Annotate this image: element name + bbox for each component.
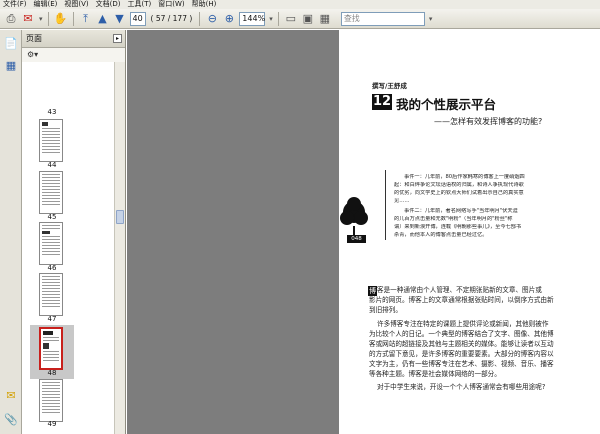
author-line: 撰写/王舒成 — [372, 82, 407, 90]
thumbnail-label-45: 45 — [47, 213, 57, 221]
chevron-down-icon[interactable]: ▾ — [429, 15, 433, 23]
thumbnail-label-46: 46 — [47, 264, 57, 272]
zoom-in-icon[interactable]: ⊕ — [222, 12, 236, 26]
page-count: ( 57 / 177 ) — [150, 14, 193, 23]
close-icon[interactable]: ▸ — [113, 34, 122, 43]
quote-line: 的优劣，向文学史上的钦点大师们试着出示自己的真实意 — [394, 190, 524, 196]
menu-tools[interactable]: 工具(T) — [128, 0, 152, 9]
toolbar-divider — [47, 11, 49, 26]
quote-line: 的几百万点击量和无数"明粉"（当年明月的"粉丝"称 — [394, 216, 513, 222]
comments-icon[interactable]: ✉ — [4, 388, 18, 402]
body-line: 对于中学生来说，开设一个个人博客通常会有哪些用途呢? — [377, 383, 546, 391]
menu-edit[interactable]: 编辑(E) — [34, 0, 58, 9]
thumbnail-47[interactable] — [39, 273, 63, 316]
drop-cap: 博 — [368, 286, 377, 296]
menu-bar: 文件(F) 编辑(E) 视图(V) 文档(D) 工具(T) 窗口(W) 帮助(H… — [0, 0, 600, 9]
document-background — [127, 30, 339, 434]
thumbnail-49[interactable] — [39, 379, 63, 422]
quote-line: 事件一：几年前，80后作家韩寒的博客上一度硝烟四 — [404, 174, 525, 180]
attachments-icon[interactable]: 📎 — [4, 412, 18, 426]
toolbar: ⎙ ✉ ▾ ✋ ⤒ ▲ ▼ 40 ( 57 / 177 ) ⊖ ⊕ 144% ▾… — [0, 9, 600, 29]
zoom-input[interactable]: 144% — [239, 11, 266, 26]
body-line: 等各种主题。博客是社会媒体网络的一部分。 — [369, 370, 501, 378]
body-line: 的方式留下意见，是许多博客的重要要素。大部分的博客内容以 — [369, 350, 554, 358]
thumbnail-46[interactable] — [39, 222, 63, 265]
body-line: 客是一种通常由个人管理、不定期张贴新的文章、图片或 — [377, 286, 542, 294]
quote-line: 谓）来到新浪开博，连载《明朝那些事儿》，至今七部书 — [394, 224, 522, 230]
next-page-icon[interactable]: ▼ — [113, 12, 127, 26]
hand-tool-icon[interactable]: ✋ — [54, 12, 68, 26]
thumbnail-label-48: 48 — [47, 369, 57, 377]
thumbnail-label-44: 44 — [47, 161, 57, 169]
first-page-icon[interactable]: ⤒ — [79, 12, 93, 26]
pages-panel-header: 页面 ▸ — [22, 30, 125, 48]
chapter-number: 12 — [372, 94, 392, 110]
options-icon[interactable]: ⚙▾ — [27, 50, 38, 59]
pages-icon[interactable]: 📄 — [4, 36, 18, 50]
thumbnail-label-49: 49 — [47, 420, 57, 428]
quote-box: 事件一：几年前，80后作家韩寒的博客上一度硝烟四 起：和白烨争论文坛话语权的归属… — [385, 170, 593, 240]
thumbnail-list: 43 44 45 46 47 48 49 — [22, 62, 114, 434]
navigation-rail: 📄 ▦ ✉ 📎 — [0, 30, 22, 434]
single-page-icon[interactable]: ▭ — [284, 12, 298, 26]
page-number-label: 048 — [347, 235, 366, 243]
chapter-title: 我的个性展示平台 — [396, 97, 497, 112]
pages-panel: 页面 ▸ ⚙▾ 43 44 45 46 47 48 49 — [22, 30, 126, 434]
reading-mode-icon[interactable]: ▦ — [318, 12, 332, 26]
body-line: 许多博客专注在特定的课题上提供评论或新闻，其他则被作 — [377, 320, 549, 328]
print-icon[interactable]: ⎙ — [4, 12, 18, 26]
menu-file[interactable]: 文件(F) — [3, 0, 27, 9]
quote-line: 事件二：几年前，著名网络写手"当年明月"伏天涯 — [404, 208, 518, 214]
menu-help[interactable]: 帮助(H) — [192, 0, 217, 9]
search-input[interactable]: 查找 — [340, 11, 425, 26]
bookmarks-icon[interactable]: ▦ — [4, 58, 18, 72]
chevron-down-icon[interactable]: ▾ — [39, 15, 43, 23]
toolbar-divider — [277, 11, 279, 26]
menu-window[interactable]: 窗口(W) — [158, 0, 184, 9]
thumbnail-label-47: 47 — [47, 315, 57, 323]
toolbar-divider — [199, 11, 201, 26]
quote-line: 起：和白烨争论文坛话语权的归属，和诗人争执现代诗歌 — [394, 182, 524, 188]
options-menu[interactable]: ⚙▾ — [22, 48, 125, 60]
body-line: 到旧排列。 — [369, 306, 402, 314]
thumbnail-label-43: 43 — [47, 108, 57, 116]
scrollbar-thumb[interactable] — [116, 210, 124, 224]
document-page: 撰写/王舒成 12 我的个性展示平台 ——怎样有效发挥博客的功能? 048 事件… — [339, 30, 600, 434]
menu-document[interactable]: 文档(D) — [96, 0, 121, 9]
quote-line: 见…… — [394, 198, 410, 204]
toolbar-divider — [72, 11, 74, 26]
email-icon[interactable]: ✉ — [21, 12, 35, 26]
page-number-input[interactable]: 40 — [129, 11, 146, 26]
menu-view[interactable]: 视图(V) — [64, 0, 88, 9]
previous-page-icon[interactable]: ▲ — [96, 12, 110, 26]
pages-panel-title: 页面 — [26, 34, 42, 43]
chapter-subtitle: ——怎样有效发挥博客的功能? — [434, 117, 543, 126]
thumbnail-48[interactable] — [39, 327, 63, 370]
fit-page-icon[interactable]: ▣ — [301, 12, 315, 26]
body-line: 文字为主，仍有一些博客专注在艺术、摄影、视频、音乐、播客 — [369, 360, 554, 368]
thumbnail-45[interactable] — [39, 171, 63, 214]
chevron-down-icon[interactable]: ▾ — [269, 15, 273, 23]
zoom-out-icon[interactable]: ⊖ — [205, 12, 219, 26]
body-line: 影片的网页。博客上的文章通常根据张贴时间，以倒序方式由新 — [369, 296, 554, 304]
body-line: 为比较个人的日记。一个典型的博客结合了文字、图像、其他博 — [369, 330, 554, 338]
body-line: 客或网站的超链接及其他与主题相关的媒体。能够让读者以互动 — [369, 340, 554, 348]
thumbnail-44[interactable] — [39, 119, 63, 162]
quote-line: 杀青，而他本人的博客点击量已经过亿。 — [394, 232, 488, 238]
thumbnail-scrollbar[interactable] — [114, 62, 125, 434]
